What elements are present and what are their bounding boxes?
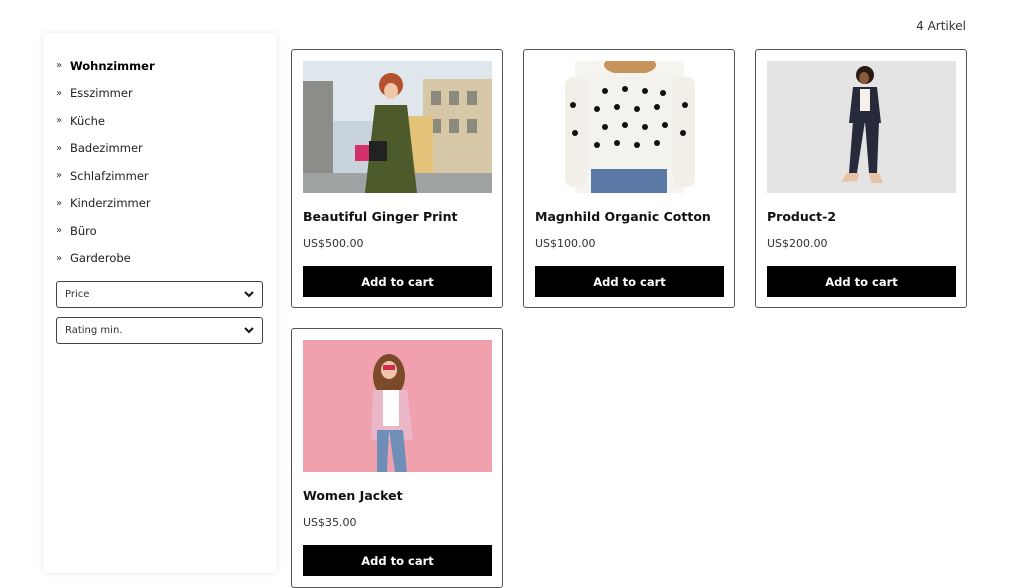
- product-image[interactable]: [767, 61, 956, 193]
- product-card: Magnhild Organic Cotton US$100.00 Add to…: [523, 49, 735, 308]
- double-chevron-icon: »: [56, 142, 63, 154]
- category-list: » Wohnzimmer » Esszimmer » Küche » Badez…: [56, 52, 155, 272]
- product-card: Women Jacket US$35.00 Add to cart: [291, 328, 503, 588]
- category-item-esszimmer[interactable]: » Esszimmer: [56, 80, 155, 108]
- product-card: Beautiful Ginger Print US$500.00 Add to …: [291, 49, 503, 308]
- rating-filter-select[interactable]: Rating min.: [56, 317, 263, 344]
- chevron-down-icon: [244, 327, 254, 334]
- product-image[interactable]: [303, 340, 492, 472]
- category-item-buero[interactable]: » Büro: [56, 217, 155, 245]
- product-price: US$500.00: [303, 237, 364, 250]
- price-filter-select[interactable]: Price: [56, 281, 263, 308]
- product-name[interactable]: Product-2: [767, 209, 836, 224]
- category-label: Wohnzimmer: [70, 58, 155, 73]
- product-image[interactable]: [535, 61, 724, 193]
- double-chevron-icon: »: [56, 252, 63, 264]
- category-label: Esszimmer: [70, 86, 133, 101]
- product-card: Product-2 US$200.00 Add to cart: [755, 49, 967, 308]
- category-label: Kinderzimmer: [70, 196, 151, 211]
- rating-filter-label: Rating min.: [65, 325, 123, 336]
- price-filter-label: Price: [65, 289, 90, 300]
- category-sidebar: » Wohnzimmer » Esszimmer » Küche » Badez…: [43, 33, 277, 573]
- category-label: Badezimmer: [70, 141, 143, 156]
- product-name[interactable]: Magnhild Organic Cotton: [535, 209, 711, 224]
- result-count: 4 Artikel: [916, 19, 966, 33]
- double-chevron-icon: »: [56, 225, 63, 237]
- double-chevron-icon: »: [56, 170, 63, 182]
- category-item-kueche[interactable]: » Küche: [56, 107, 155, 135]
- product-price: US$100.00: [535, 237, 596, 250]
- add-to-cart-button[interactable]: Add to cart: [767, 266, 956, 297]
- add-to-cart-button[interactable]: Add to cart: [303, 266, 492, 297]
- double-chevron-icon: »: [56, 197, 63, 209]
- category-item-wohnzimmer[interactable]: » Wohnzimmer: [56, 52, 155, 80]
- category-item-badezimmer[interactable]: » Badezimmer: [56, 135, 155, 163]
- chevron-down-icon: [244, 291, 254, 298]
- add-to-cart-button[interactable]: Add to cart: [535, 266, 724, 297]
- double-chevron-icon: »: [56, 60, 63, 72]
- add-to-cart-button[interactable]: Add to cart: [303, 545, 492, 576]
- product-name[interactable]: Women Jacket: [303, 488, 403, 503]
- category-item-kinderzimmer[interactable]: » Kinderzimmer: [56, 190, 155, 218]
- product-price: US$35.00: [303, 516, 357, 529]
- category-item-schlafzimmer[interactable]: » Schlafzimmer: [56, 162, 155, 190]
- product-price: US$200.00: [767, 237, 828, 250]
- category-label: Garderobe: [70, 251, 131, 266]
- product-name[interactable]: Beautiful Ginger Print: [303, 209, 457, 224]
- double-chevron-icon: »: [56, 115, 63, 127]
- category-label: Küche: [70, 113, 105, 128]
- category-item-garderobe[interactable]: » Garderobe: [56, 245, 155, 273]
- category-label: Schlafzimmer: [70, 168, 149, 183]
- product-image[interactable]: [303, 61, 492, 193]
- category-label: Büro: [70, 223, 97, 238]
- double-chevron-icon: »: [56, 87, 63, 99]
